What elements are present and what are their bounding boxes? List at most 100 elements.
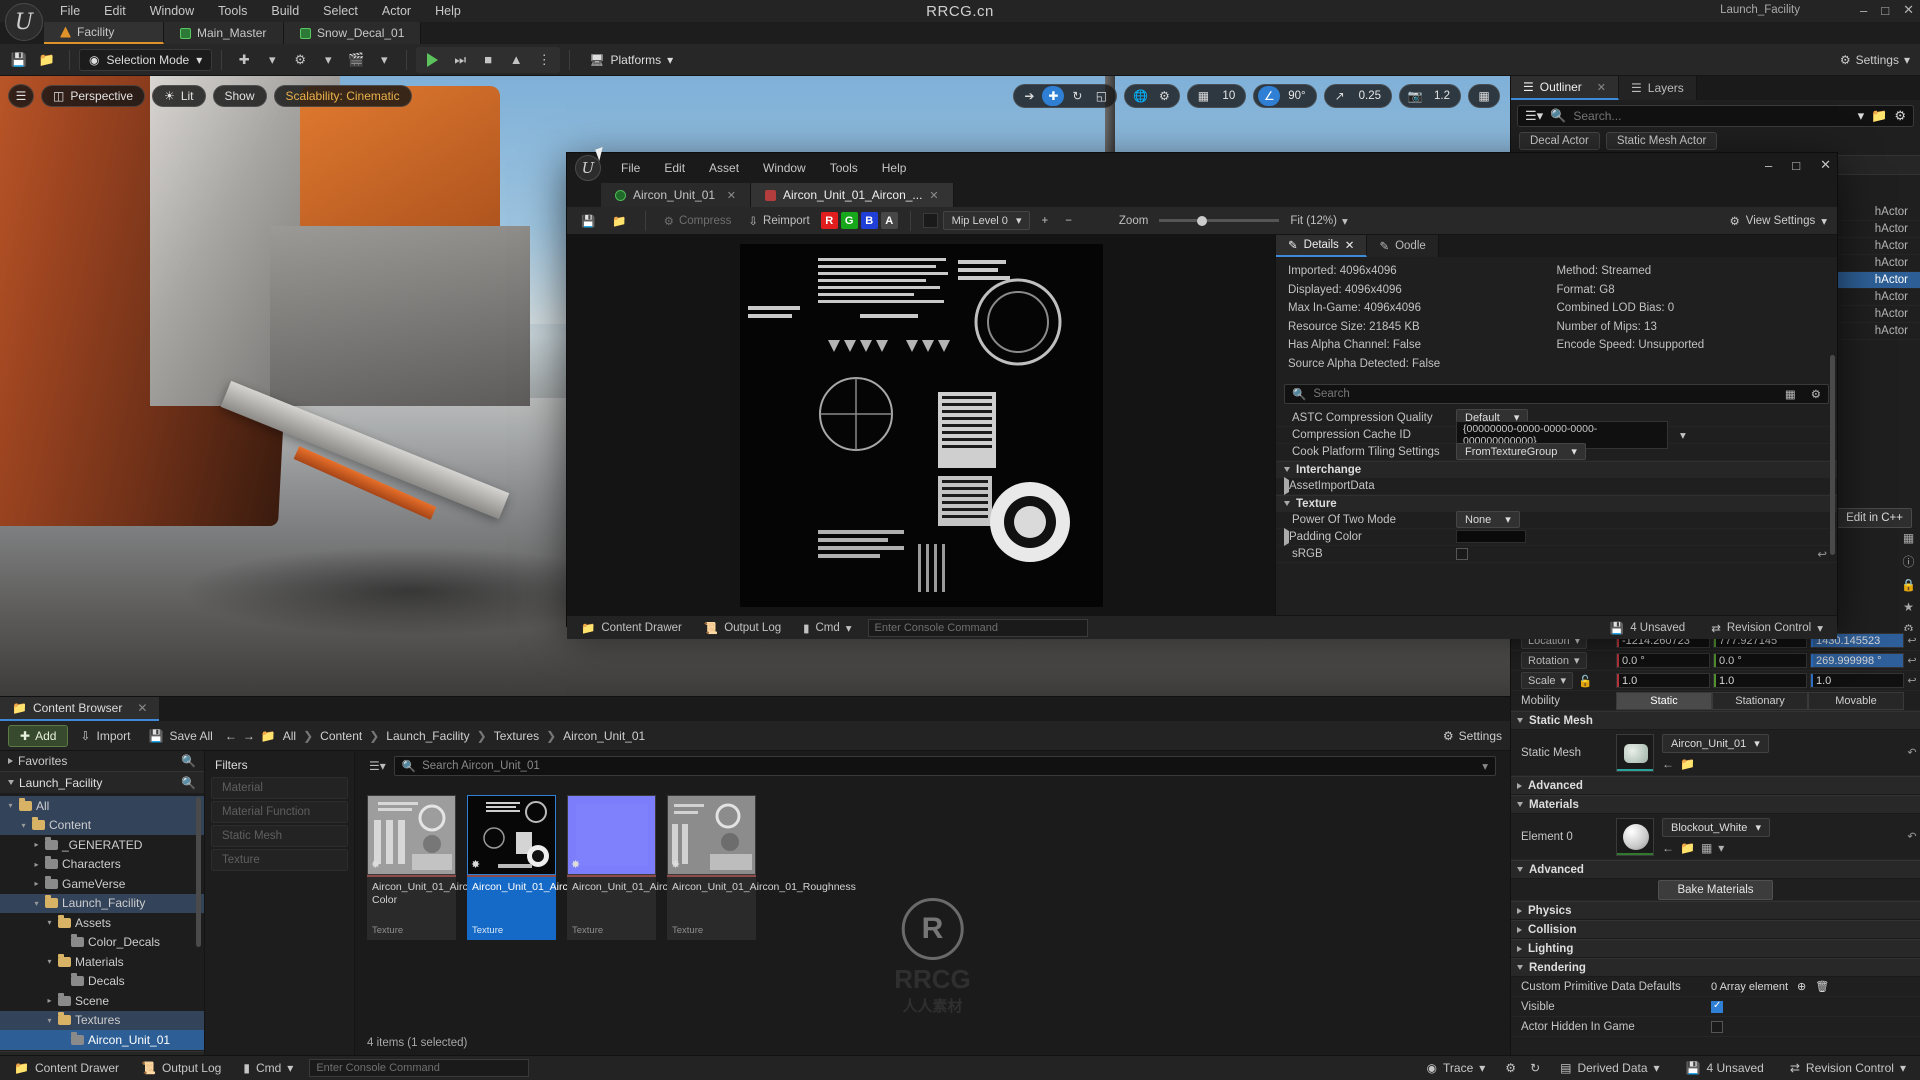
mip-level-dropdown[interactable]: Mip Level 0 ▾ <box>942 211 1031 230</box>
maximize-icon[interactable]: □ <box>1881 3 1889 18</box>
tex-menu-asset[interactable]: Asset <box>697 157 751 179</box>
view-options-icon[interactable]: ☰▾ <box>369 759 386 773</box>
property-dropdown[interactable]: None ▾ <box>1456 511 1520 528</box>
selection-mode-dropdown[interactable]: ◉ Selection Mode ▾ <box>79 48 213 71</box>
scale-tool-icon[interactable]: ◱ <box>1090 86 1112 106</box>
chevron-down-icon[interactable]: ▾ <box>259 48 285 72</box>
texture-editor-tab-bar[interactable]: Aircon_Unit_01 ✕ Aircon_Unit_01_Aircon_...… <box>567 183 1837 207</box>
static-mesh-thumbnail[interactable] <box>1616 733 1654 772</box>
filter-static-mesh[interactable]: Static Mesh <box>211 825 348 847</box>
tex-unsaved[interactable]: 💾 4 Unsaved <box>1604 621 1691 635</box>
tree-node[interactable]: ▸ GameVerse <box>0 874 204 894</box>
scale-snap-value[interactable]: 0.25 <box>1353 90 1387 102</box>
tex-console-input[interactable]: Enter Console Command <box>867 618 1088 637</box>
status-unsaved[interactable]: 💾 4 Unsaved <box>1680 1061 1770 1075</box>
layout-grid-icon[interactable]: ▦ <box>1473 86 1495 106</box>
tree-node[interactable]: ▾ Content <box>0 815 204 835</box>
tex-menu-edit[interactable]: Edit <box>652 157 697 179</box>
close-icon[interactable]: ✕ <box>137 701 147 715</box>
status-trace[interactable]: ◉ Trace ▾ <box>1421 1061 1492 1075</box>
outliner-search-input[interactable] <box>1573 109 1851 123</box>
angle-snap-icon[interactable]: ∠ <box>1258 86 1281 106</box>
scalability-dropdown[interactable]: Scalability: Cinematic <box>273 85 412 107</box>
details-tab-oodle[interactable]: ✎ Oodle <box>1367 235 1439 257</box>
menu-item-file[interactable]: File <box>48 1 92 21</box>
asset-thumbnail[interactable]: ✸ <box>367 795 456 875</box>
tree-node[interactable]: Decals <box>0 1050 204 1052</box>
cinematics-icon[interactable]: 🎬 <box>343 48 369 72</box>
tex-menu-file[interactable]: File <box>609 157 652 179</box>
add-folder-icon[interactable]: 📁 <box>1871 108 1887 124</box>
tree-scrollbar[interactable] <box>196 797 201 947</box>
transform-rows[interactable]: Location ▾ -1214.260723 777.927145 1430.1455… <box>1511 631 1920 691</box>
lock-icon[interactable]: 🔓 <box>1578 674 1592 688</box>
asset-tile[interactable]: ✸ Aircon_Unit_01_Aircon_01_Base Color Text… <box>367 795 527 940</box>
filter-material[interactable]: Material <box>211 777 348 799</box>
viewport-menu-icon[interactable]: ☰ <box>8 84 34 108</box>
section-lighting[interactable]: Lighting <box>1511 939 1920 958</box>
vector-fields[interactable]: 1.0 1.0 1.0 <box>1616 673 1904 688</box>
breadcrumb-item-3[interactable]: Textures <box>494 729 539 743</box>
tree-arrow[interactable]: ▾ <box>6 801 15 810</box>
property-sub-assetimportdata[interactable]: AssetImportData <box>1276 476 1837 495</box>
close-icon[interactable]: ✕ <box>1345 238 1355 252</box>
outliner-search[interactable]: ☰▾ 🔍 ▾ 📁 ⚙ <box>1517 105 1914 127</box>
grid-view-icon[interactable]: ▦ <box>1903 531 1914 545</box>
transform-dropdown[interactable]: Scale ▾ <box>1521 672 1574 689</box>
outliner-tab-outliner[interactable]: ☰ Outliner ✕ <box>1511 76 1620 100</box>
tab-content-browser[interactable]: 📁 Content Browser ✕ <box>0 697 160 721</box>
asset-tile[interactable]: ✸ Aircon_Unit_01_Aircon_01_Normal Texture <box>567 795 737 940</box>
chevron-down-icon[interactable]: ▾ <box>1858 108 1865 124</box>
section-materials[interactable]: Materials <box>1511 795 1920 814</box>
zoom-out-button[interactable]: − <box>1059 213 1078 229</box>
tex-revision-control[interactable]: ⇄ Revision Control ▾ <box>1705 621 1829 635</box>
scale-snap-icon[interactable]: ↗ <box>1329 86 1351 106</box>
menu-item-tools[interactable]: Tools <box>206 1 259 21</box>
viewport-transform-controls[interactable]: ➔ ✚ ↻ ◱ 🌐 ⚙ ▦ 10 ∠ 90° ↗ 0.25 📷 1.2 ▦ <box>1013 84 1500 108</box>
tree-arrow[interactable]: ▾ <box>19 821 28 830</box>
menu-item-select[interactable]: Select <box>311 1 370 21</box>
tex-status-right[interactable]: 💾 4 Unsaved ⇄ Revision Control ▾ <box>1604 621 1829 635</box>
browse-icon[interactable]: 📁 <box>34 48 60 72</box>
chevron-down-icon[interactable]: ▾ <box>371 48 397 72</box>
stop-button[interactable]: ■ <box>475 48 501 72</box>
eject-button[interactable]: ▲ <box>503 48 529 72</box>
angle-snap-group[interactable]: ∠ 90° <box>1253 84 1317 108</box>
texture-editor-menu[interactable]: File Edit Asset Window Tools Help <box>609 157 918 179</box>
chevron-down-icon[interactable]: ▾ <box>1680 428 1686 442</box>
use-selected-icon[interactable]: ▦ <box>1701 841 1712 855</box>
outliner-tab-bar[interactable]: ☰ Outliner ✕ ☰ Layers <box>1511 76 1920 100</box>
mobility-options[interactable]: Static Stationary Movable <box>1616 691 1904 710</box>
tree-arrow[interactable]: ▾ <box>45 1016 54 1025</box>
asset-tile-grid[interactable]: ✸ Aircon_Unit_01_Aircon_01_Base Color Text… <box>355 781 1510 940</box>
section-collision[interactable]: Collision <box>1511 920 1920 939</box>
field-z[interactable]: 1.0 <box>1810 673 1904 688</box>
breadcrumb-item-4[interactable]: Aircon_Unit_01 <box>563 729 645 743</box>
transform-dropdown[interactable]: Rotation ▾ <box>1521 652 1587 669</box>
tree-node[interactable]: Aircon_Unit_01 <box>0 1030 204 1050</box>
field-y[interactable]: 1.0 <box>1713 673 1807 688</box>
filter-icon[interactable]: ☰▾ <box>1525 108 1543 124</box>
settings-button[interactable]: ⚙ Settings ▾ <box>1840 53 1910 67</box>
viewport-top-left-controls[interactable]: ☰ ◫ Perspective ☀ Lit Show Scalability: … <box>8 84 412 108</box>
menu-item-build[interactable]: Build <box>259 1 311 21</box>
find-in-browser-icon[interactable]: 📁 <box>1680 757 1695 771</box>
unreal-logo-icon[interactable]: U <box>5 3 43 41</box>
camera-speed-value[interactable]: 1.2 <box>1428 90 1456 102</box>
material-actions[interactable]: ← 📁 ▦ ▾ <box>1662 841 1770 855</box>
forward-icon[interactable]: → <box>243 729 255 743</box>
favorites-row[interactable]: Favorites 🔍 <box>0 751 204 771</box>
status-revision-control[interactable]: ⇄ Revision Control ▾ <box>1784 1061 1912 1075</box>
zoom-slider[interactable] <box>1159 215 1280 226</box>
tex-menu-tools[interactable]: Tools <box>818 157 870 179</box>
maximize-icon[interactable]: □ <box>1792 158 1800 173</box>
tree-arrow[interactable]: ▸ <box>32 860 41 869</box>
zoom-fit-dropdown[interactable]: Fit (12%) ▾ <box>1284 212 1353 230</box>
tree-node[interactable]: ▸ Scene <box>0 991 204 1011</box>
material-thumbnail[interactable] <box>1616 817 1654 856</box>
status-cmd[interactable]: ▮ Cmd ▾ <box>237 1061 299 1075</box>
close-icon[interactable]: ✕ <box>727 189 736 202</box>
table-view-icon[interactable]: ▦ <box>1785 387 1796 401</box>
profile-icon[interactable]: ⚙ <box>1505 1061 1516 1075</box>
browse-to-asset-icon[interactable]: ← <box>1662 757 1674 771</box>
